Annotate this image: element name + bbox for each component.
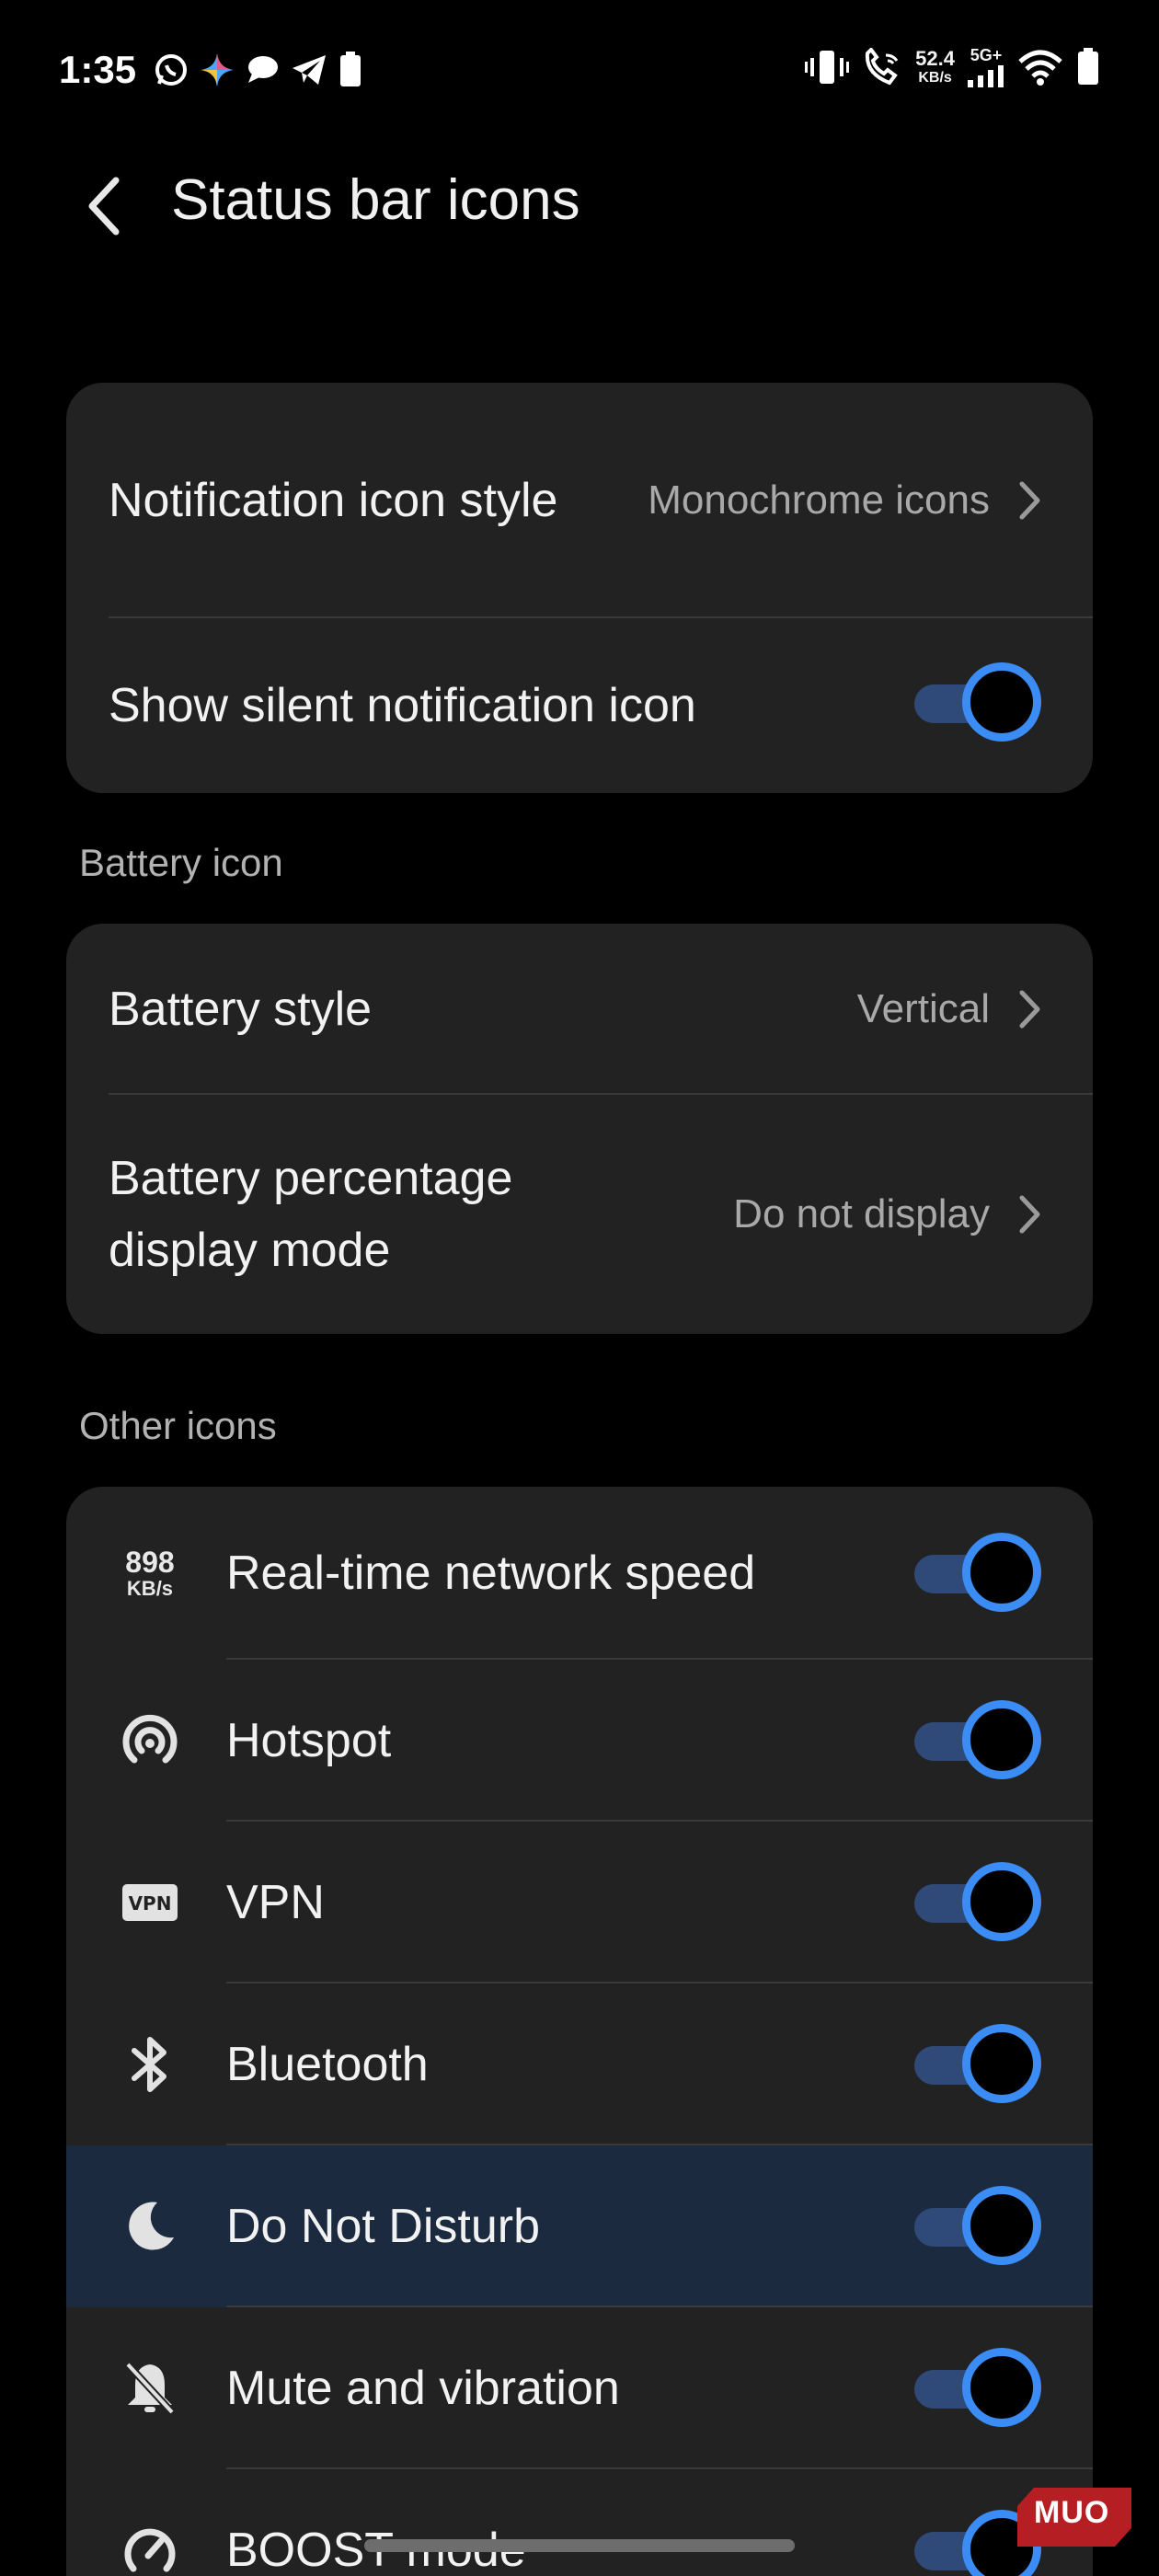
status-bar: 1:35 52.4 KB/s 5G+ [0,0,1159,147]
show-silent-notification-row[interactable]: Show silent notification icon [66,618,1093,793]
bluetooth-toggle[interactable] [914,2024,1043,2107]
battery-percentage-mode-row[interactable]: Battery percentage display mode Do not d… [66,1095,1093,1334]
bell-off-icon [109,2347,191,2430]
network-type-label: 5G+ [970,46,1003,64]
toggle-knob [962,2348,1041,2427]
toggle-knob [962,2186,1041,2265]
gauge-icon [109,2509,191,2576]
battery-percentage-mode-value: Do not display [733,1191,990,1236]
vpn-toggle[interactable] [914,1862,1043,1945]
wifi-calling-icon [866,47,899,85]
battery-icon [340,52,361,86]
toggle-knob [962,1700,1041,1779]
notification-icons [153,52,362,88]
battery-style-label: Battery style [109,983,373,1036]
battery-style-row[interactable]: Battery style Vertical [66,924,1093,1095]
speed-icon-value: 898 [125,1546,175,1579]
gesture-nav-handle[interactable] [364,2539,795,2552]
page-title: Status bar icons [171,168,580,232]
do-not-disturb-label: Do Not Disturb [226,2200,540,2253]
svg-text:VPN: VPN [129,1892,172,1915]
battery-style-value: Vertical [856,986,990,1031]
boost-mode-row[interactable]: BOOST mode [66,2469,1093,2576]
network-speed-unit: KB/s [918,69,952,86]
hotspot-label: Hotspot [226,1714,392,1767]
battery-percentage-mode-label: Battery percentage display mode [109,1152,513,1277]
network-speed-readout: 52.4 KB/s [915,46,955,86]
back-button[interactable] [74,177,132,236]
toggle-knob [962,662,1041,742]
vpn-icon: VPN [109,1861,191,1944]
network-speed-label: Real-time network speed [226,1547,756,1600]
vpn-label: VPN [226,1876,325,1929]
bluetooth-icon [109,2023,191,2106]
signal-bars-icon [968,65,1004,87]
notification-icon-style-value: Monochrome icons [648,477,990,523]
chevron-right-icon [1012,473,1049,528]
network-speed-value: 52.4 [915,46,955,70]
mute-vibration-label: Mute and vibration [226,2362,620,2415]
toggle-knob [962,1533,1041,1612]
vibrate-icon [805,50,850,84]
wifi-icon [1018,50,1062,86]
hotspot-icon [109,1699,191,1782]
whatsapp-icon [155,54,187,86]
do-not-disturb-row[interactable]: Do Not Disturb [66,2145,1093,2307]
gemini-sparkle-icon [201,53,234,86]
network-speed-toggle[interactable] [914,1533,1043,1616]
toggle-knob [962,1862,1041,1941]
do-not-disturb-toggle[interactable] [914,2186,1043,2269]
notifications-card: Notification icon style Monochrome icons… [66,383,1093,793]
other-icons-section-header: Other icons [79,1404,277,1447]
battery-card: Battery style Vertical Battery percentag… [66,924,1093,1334]
app-header: Status bar icons [0,147,1159,258]
telegram-icon [293,55,326,85]
chevron-right-icon [1012,982,1049,1037]
system-icons: 52.4 KB/s 5G+ [805,46,1100,87]
battery-icon [1078,47,1098,85]
bluetooth-row[interactable]: Bluetooth [66,1984,1093,2145]
moon-icon [109,2185,191,2268]
muo-logo-text: MUO [1034,2495,1110,2530]
show-silent-notification-toggle[interactable] [914,662,1043,745]
chevron-left-icon [88,177,120,236]
mute-vibration-toggle[interactable] [914,2348,1043,2431]
hotspot-toggle[interactable] [914,1700,1043,1783]
other-icons-card: 898 KB/s Real-time network speed Hotspot… [66,1487,1093,2576]
network-speed-row[interactable]: 898 KB/s Real-time network speed [66,1487,1093,1660]
chevron-right-icon [1012,1187,1049,1242]
bluetooth-label: Bluetooth [226,2038,429,2091]
status-time: 1:35 [59,48,137,91]
notification-icon-style-label: Notification icon style [109,474,558,527]
hotspot-row[interactable]: Hotspot [66,1660,1093,1822]
chat-bubble-icon [248,56,278,83]
cellular-indicator: 5G+ [968,46,1004,87]
toggle-knob [962,2024,1041,2103]
notification-icon-style-row[interactable]: Notification icon style Monochrome icons [66,383,1093,618]
show-silent-notification-label: Show silent notification icon [109,679,696,732]
network-speed-icon: 898 KB/s [109,1532,191,1615]
mute-vibration-row[interactable]: Mute and vibration [66,2307,1093,2469]
vpn-row[interactable]: VPN VPN [66,1822,1093,1984]
speed-icon-unit: KB/s [126,1577,174,1600]
battery-section-header: Battery icon [79,841,283,884]
